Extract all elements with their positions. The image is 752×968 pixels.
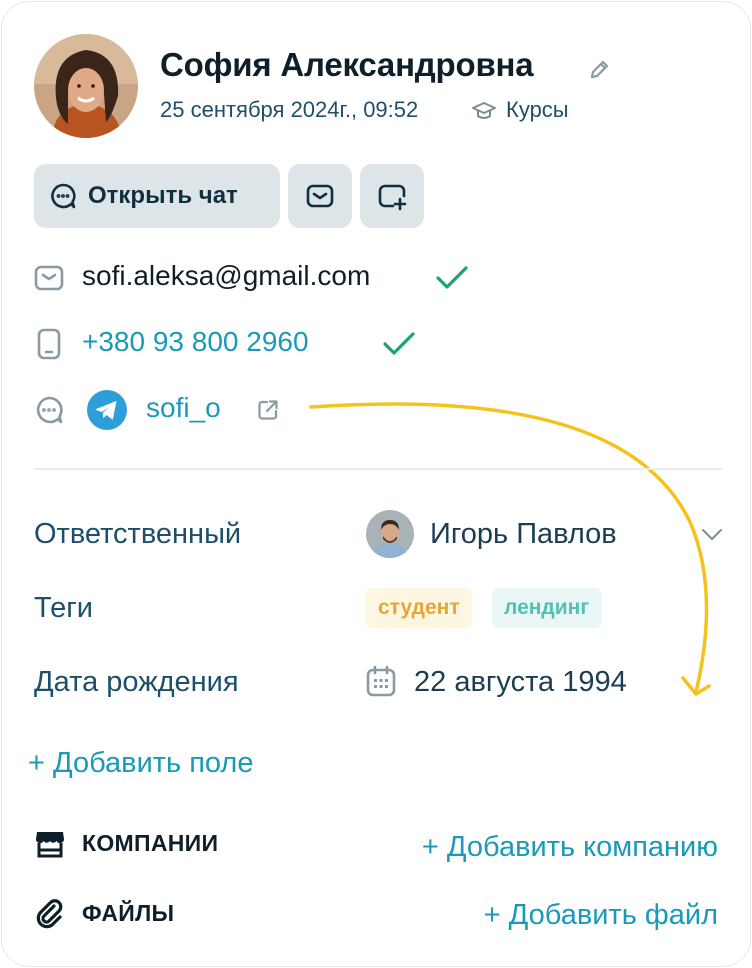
chevron-down-icon[interactable] <box>700 522 724 546</box>
tags-label: Теги <box>34 592 93 624</box>
add-company-link[interactable]: + Добавить компанию <box>422 831 718 864</box>
responsible-label: Ответственный <box>34 518 242 550</box>
files-title: ФАЙЛЫ <box>82 900 175 926</box>
calendar-icon <box>364 664 398 698</box>
paperclip-icon <box>34 897 66 934</box>
birth-date-value[interactable]: 22 августа 1994 <box>414 666 627 699</box>
tag-landing[interactable]: лендинг <box>492 588 602 628</box>
birth-date-label: Дата рождения <box>34 666 239 698</box>
companies-title: КОМПАНИИ <box>82 830 219 856</box>
add-file-link[interactable]: + Добавить файл <box>484 899 718 932</box>
tag-student[interactable]: студент <box>366 588 472 628</box>
store-icon <box>34 828 66 865</box>
responsible-avatar <box>366 510 414 558</box>
annotation-arrow <box>309 402 711 696</box>
add-field-link[interactable]: + Добавить поле <box>28 747 253 780</box>
contact-card: София Александровна 25 сентября 2024г., … <box>1 1 751 967</box>
divider <box>34 468 722 470</box>
responsible-value[interactable]: Игорь Павлов <box>430 518 617 551</box>
